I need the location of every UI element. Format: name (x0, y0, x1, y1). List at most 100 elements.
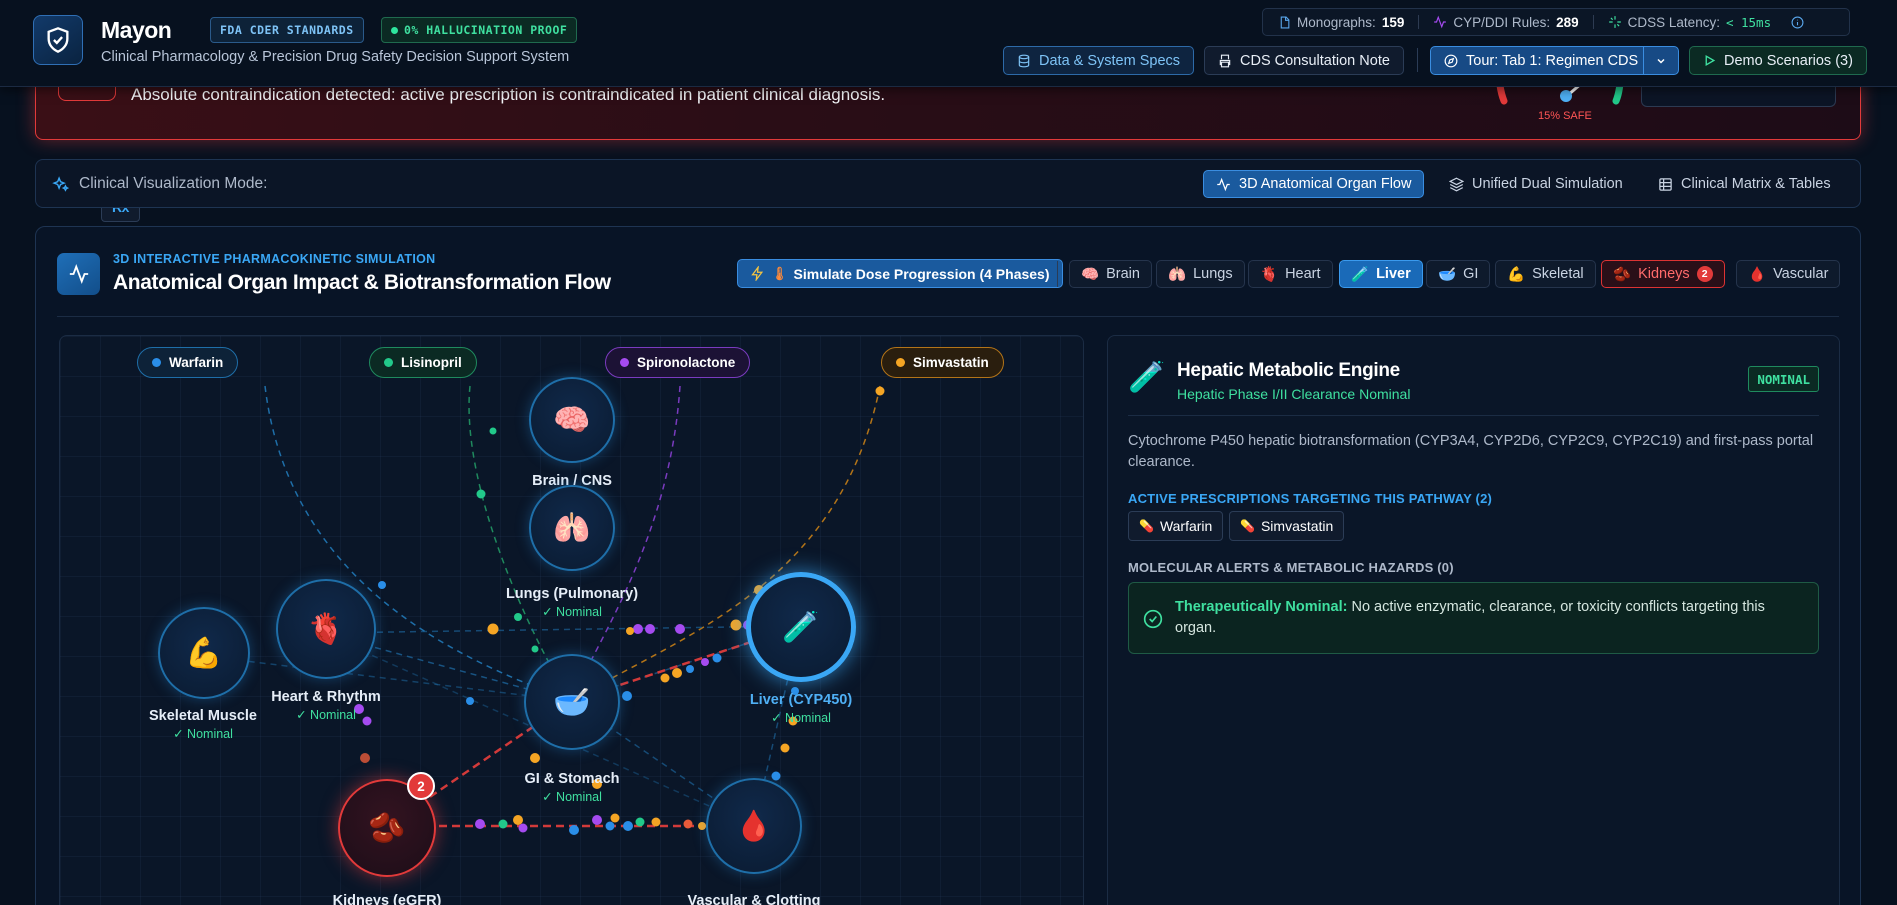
brain-icon: 🧠 (553, 403, 591, 437)
data-specs-button[interactable]: Data & System Specs (1003, 46, 1195, 75)
kidneys-alert-count: 2 (407, 772, 435, 800)
mode-unified-dual[interactable]: Unified Dual Simulation (1437, 170, 1635, 198)
nominal-status-box: Therapeutically Nominal: No active enzym… (1128, 582, 1819, 654)
organ-label-kidneys: Kidneys (eGFR) (332, 893, 442, 905)
latency-stat: CDSS Latency: < 15ms (1608, 15, 1771, 30)
play-icon (1705, 54, 1716, 67)
consultation-note-button[interactable]: CDS Consultation Note (1204, 46, 1404, 75)
drug-pill-lisinopril[interactable]: Lisinopril (369, 347, 477, 378)
panel-title: Anatomical Organ Impact & Biotransformat… (113, 271, 611, 294)
layers-icon (1449, 177, 1464, 191)
fda-standards-tag: FDA CDER STANDARDS (210, 17, 364, 43)
organ-skeletal-muscle[interactable]: 💪 (158, 607, 250, 699)
test-tube-icon: 🧪 (1351, 266, 1370, 283)
filter-liver[interactable]: 🧪 Liver (1339, 260, 1423, 288)
organ-detail-panel: 🧪 Hepatic Metabolic Engine Hepatic Phase… (1107, 335, 1840, 905)
organ-label-skeletal: Skeletal Muscle (149, 708, 257, 724)
kidneys-alert-badge: 2 (1696, 266, 1713, 282)
panel-kicker: 3D INTERACTIVE PHARMACOKINETIC SIMULATIO… (113, 252, 436, 266)
check-circle-icon (1143, 609, 1163, 629)
organ-status-skeletal: ✓ Nominal (173, 727, 233, 741)
status-dot-icon (391, 26, 398, 34)
blood-drop-icon: 🩸 (735, 809, 773, 843)
alert-message: Absolute contraindication detected: acti… (131, 85, 886, 104)
mode-3d-organ-flow[interactable]: 3D Anatomical Organ Flow (1203, 170, 1425, 198)
prescription-chip-warfarin[interactable]: 💊 Warfarin (1128, 511, 1224, 541)
filter-heart[interactable]: 🫀 Heart (1248, 260, 1333, 288)
drug-pill-spironolactone[interactable]: Spironolactone (605, 347, 751, 378)
visualization-mode-bar: Clinical Visualization Mode: 3D Anatomic… (35, 159, 1861, 208)
mode-clinical-matrix[interactable]: Clinical Matrix & Tables (1646, 170, 1843, 198)
organ-gi-stomach[interactable]: 🥣 (524, 654, 620, 750)
organ-label-gi: GI & Stomach (524, 771, 620, 787)
pill-icon: 💊 (1240, 519, 1255, 533)
lungs-icon: 🫁 (553, 511, 591, 545)
test-tube-icon: 🧪 (782, 610, 820, 644)
drug-pill-warfarin[interactable]: Warfarin (137, 347, 239, 378)
shield-logo-icon (33, 15, 83, 65)
tour-dropdown-button[interactable] (1643, 46, 1679, 75)
lightning-icon (751, 266, 764, 281)
brain-icon: 🧠 (1081, 266, 1100, 283)
filter-skeletal[interactable]: 💪 Skeletal (1495, 260, 1596, 288)
mode-label: Clinical Visualization Mode: (52, 175, 267, 193)
organ-detail-subtitle: Hepatic Phase I/II Clearance Nominal (1177, 386, 1411, 402)
printer-icon (1219, 54, 1231, 67)
filter-vascular[interactable]: 🩸 Vascular (1736, 260, 1841, 288)
muscle-icon: 💪 (1507, 266, 1526, 283)
filter-kidneys[interactable]: 🫘 Kidneys 2 (1601, 260, 1725, 288)
system-stats-bar: Monographs: 159 CYP/DDI Rules: 289 CDSS La… (1262, 8, 1850, 36)
blood-drop-icon: 🩸 (1748, 266, 1767, 283)
pill-icon: 💊 (1139, 519, 1154, 533)
sparkle-icon (1608, 16, 1621, 28)
nominal-status-text: Therapeutically Nominal: No active enzym… (1175, 599, 1765, 636)
lungs-icon: 🫁 (1168, 266, 1187, 283)
heartbeat-icon (57, 253, 100, 295)
hallucination-proof-tag: 0% HALLUCINATION PROOF (381, 17, 578, 43)
database-icon (1018, 54, 1030, 67)
pulse-icon (1434, 15, 1447, 29)
info-icon[interactable] (1791, 16, 1804, 29)
pulse-icon (1217, 177, 1230, 191)
gauge-label: 15% SAFE (1538, 110, 1592, 122)
monographs-stat: Monographs: 159 (1278, 15, 1404, 30)
organ-flow-panel: 3D INTERACTIVE PHARMACOKINETIC SIMULATIO… (35, 226, 1861, 905)
bowl-icon: 🥣 (553, 685, 591, 719)
tour-button[interactable]: Tour: Tab 1: Regimen CDS (1430, 46, 1653, 75)
simulate-dose-button[interactable]: 🌡 Simulate Dose Progression (4 Phases) (737, 259, 1063, 288)
prescriptions-header: ACTIVE PRESCRIPTIONS TARGETING THIS PATH… (1128, 491, 1493, 506)
document-icon (1280, 16, 1290, 28)
organ-detail-title: Hepatic Metabolic Engine (1177, 360, 1400, 381)
organ-label-lungs: Lungs (Pulmonary) (505, 586, 639, 602)
flame-icon: 🌡 (771, 265, 788, 281)
filter-brain[interactable]: 🧠 Brain (1069, 260, 1152, 288)
organ-status-liver: ✓ Nominal (771, 711, 831, 725)
cyp-rules-stat: CYP/DDI Rules: 289 (1433, 15, 1579, 30)
heart-icon: 🫀 (307, 612, 345, 646)
organ-liver[interactable]: 🧪 (746, 572, 856, 682)
alerts-header: MOLECULAR ALERTS & METABOLIC HAZARDS (0) (1128, 560, 1454, 575)
organ-lungs[interactable]: 🫁 (529, 485, 615, 571)
organ-heart[interactable]: 🫀 (276, 579, 376, 679)
drug-pill-simvastatin[interactable]: Simvastatin (881, 347, 1004, 378)
organ-status-gi: ✓ Nominal (542, 790, 602, 804)
app-subtitle: Clinical Pharmacology & Precision Drug S… (101, 49, 570, 65)
filter-gi[interactable]: 🥣 GI (1426, 260, 1491, 288)
organ-description: Cytochrome P450 hepatic biotransformatio… (1128, 433, 1814, 470)
table-icon (1659, 177, 1672, 191)
organ-label-heart: Heart & Rhythm (271, 689, 381, 705)
organ-label-vascular: Vascular & Clotting (687, 893, 821, 905)
sparkles-icon (52, 175, 69, 192)
prescription-chip-simvastatin[interactable]: 💊 Simvastatin (1229, 511, 1345, 541)
organ-brain[interactable]: 🧠 (529, 377, 615, 463)
organ-vascular[interactable]: 🩸 (706, 778, 802, 874)
status-badge: NOMINAL (1748, 366, 1819, 392)
organ-flow-canvas[interactable]: Warfarin Lisinopril Spironolactone Simva… (59, 335, 1084, 905)
organ-status-heart: ✓ Nominal (296, 708, 356, 722)
kidney-icon: 🫘 (1613, 266, 1632, 283)
compass-icon (1444, 54, 1458, 67)
chevron-down-icon (1657, 58, 1665, 64)
demo-scenarios-button[interactable]: Demo Scenarios (3) (1689, 46, 1867, 75)
organ-status-lungs: ✓ Nominal (542, 605, 602, 619)
filter-lungs[interactable]: 🫁 Lungs (1156, 260, 1245, 288)
